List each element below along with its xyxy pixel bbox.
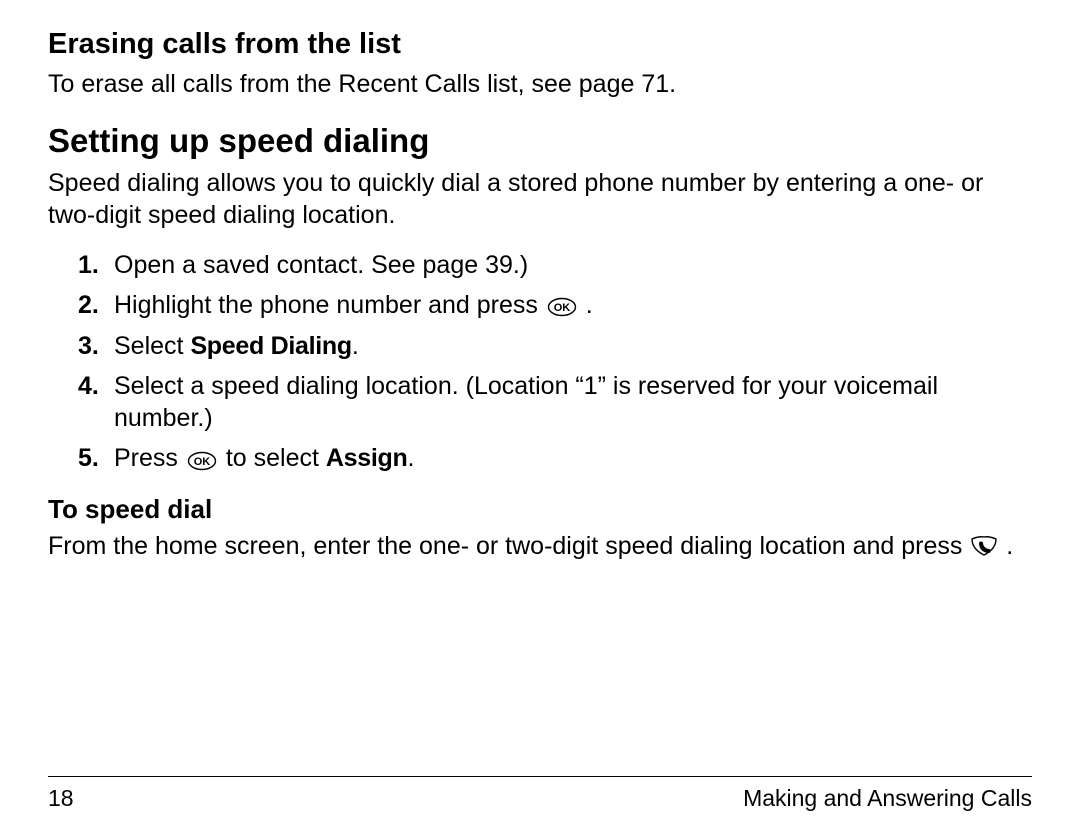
step-1: 1. Open a saved contact. See page 39.) bbox=[48, 249, 1032, 281]
step-number: 3. bbox=[78, 330, 114, 362]
text-fragment: . bbox=[1006, 532, 1013, 560]
text-fragment: From the home screen, enter the one- or … bbox=[48, 532, 969, 560]
ok-button-icon: OK bbox=[187, 444, 217, 476]
paragraph-erase-body: To erase all calls from the Recent Calls… bbox=[48, 69, 1032, 100]
ui-label-assign: Assign bbox=[326, 444, 408, 472]
page-footer: 18 Making and Answering Calls bbox=[48, 776, 1032, 812]
step-text: Highlight the phone number and press OK … bbox=[114, 289, 1032, 322]
step-text: Open a saved contact. See page 39.) bbox=[114, 249, 1032, 281]
step-4: 4. Select a speed dialing location. (Loc… bbox=[48, 370, 1032, 434]
step-3: 3. Select Speed Dialing. bbox=[48, 330, 1032, 362]
chapter-title: Making and Answering Calls bbox=[743, 785, 1032, 812]
paragraph-speed-dial-intro: Speed dialing allows you to quickly dial… bbox=[48, 168, 1032, 231]
step-number: 5. bbox=[78, 442, 114, 474]
svg-text:OK: OK bbox=[554, 302, 571, 314]
step-number: 4. bbox=[78, 370, 114, 402]
step-text-fragment: . bbox=[407, 444, 414, 472]
call-button-icon bbox=[969, 532, 1006, 560]
svg-text:OK: OK bbox=[194, 456, 211, 468]
page-number: 18 bbox=[48, 785, 74, 812]
step-text: Press OK to select Assign. bbox=[114, 442, 1032, 475]
step-2: 2. Highlight the phone number and press … bbox=[48, 289, 1032, 322]
step-text-fragment: Press bbox=[114, 444, 185, 472]
step-text: Select a speed dialing location. (Locati… bbox=[114, 370, 1032, 434]
steps-list: 1. Open a saved contact. See page 39.) 2… bbox=[48, 249, 1032, 476]
step-number: 2. bbox=[78, 289, 114, 321]
step-text-fragment: . bbox=[352, 332, 359, 360]
step-text-fragment: Select bbox=[114, 332, 190, 360]
step-text-fragment: to select bbox=[226, 444, 326, 472]
paragraph-to-speed-dial: From the home screen, enter the one- or … bbox=[48, 531, 1032, 562]
step-text-fragment: . bbox=[586, 291, 593, 319]
step-number: 1. bbox=[78, 249, 114, 281]
heading-speed-dial-setup: Setting up speed dialing bbox=[48, 122, 1032, 160]
ok-button-icon: OK bbox=[547, 290, 577, 322]
step-text-fragment: Highlight the phone number and press bbox=[114, 291, 545, 319]
step-text: Select Speed Dialing. bbox=[114, 330, 1032, 362]
step-5: 5. Press OK to select Assign. bbox=[48, 442, 1032, 475]
heading-to-speed-dial: To speed dial bbox=[48, 494, 1032, 525]
page-content: Erasing calls from the list To erase all… bbox=[48, 28, 1032, 562]
heading-erasing-calls: Erasing calls from the list bbox=[48, 28, 1032, 61]
ui-label-speed-dialing: Speed Dialing bbox=[190, 332, 351, 360]
